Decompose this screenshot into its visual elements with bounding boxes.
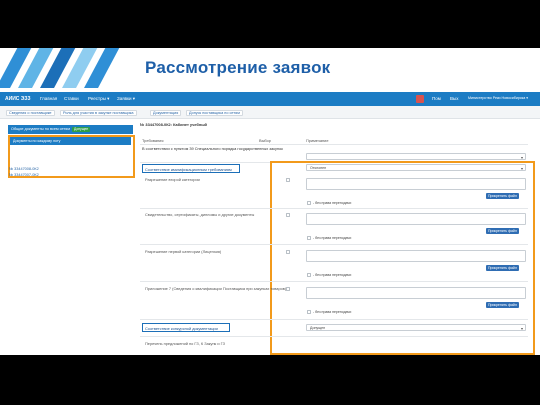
requirement-label: Свидетельство, сертификаты, дипломы и др… [145,212,255,217]
select-value: Допущен [310,326,326,330]
choice-checkbox[interactable] [286,178,290,182]
app-screenshot: АИИС ЭЗЗ Главная Ставки Реестры ▾ Заявки… [0,92,540,355]
choice-checkbox[interactable] [286,250,290,254]
requirement-row-text: В соответствии с пунктом 39 Специального… [142,146,283,151]
no-resubmit-label: - без права переподачи [313,201,352,205]
attach-label: Прикрепить файл [488,229,517,233]
attach-label: Прикрепить файл [488,194,517,198]
slide-title: Рассмотрение заявок [145,58,331,77]
lot-documents-title: Документы по каждому лоту [13,139,61,143]
lot-documents-header: Документы по каждому лоту [10,137,131,145]
divider [140,319,528,320]
attach-file-button[interactable]: Прикрепить файл [486,228,519,234]
qualification-status-select[interactable]: Отклонен ▾ [306,164,526,171]
attach-file-button[interactable]: Прикрепить файл [486,193,519,199]
requirement-label: Перечень предложений по ГЗ, К Закупк и Г… [145,341,225,346]
no-resubmit-label: - без права переподачи [313,236,352,240]
user-menu[interactable]: Министерство Реки Новосибирска ▾ [468,96,528,100]
column-header-choice: Выбор [259,138,271,143]
column-header-requirements: Требования [142,138,164,143]
note-textarea[interactable] [306,250,526,262]
choice-checkbox[interactable] [286,213,290,217]
chevron-down-icon: ▾ [520,326,523,331]
choice-checkbox[interactable] [286,287,290,291]
slide-top-bar [0,0,540,48]
status-select[interactable]: ▾ [306,153,526,160]
breadcrumb-item[interactable]: Допуск поставщика по сетям [186,110,243,116]
nav-help[interactable]: Пом [432,96,441,101]
no-resubmit-checkbox[interactable] [307,201,311,205]
nav-item[interactable]: Ставки [64,96,79,101]
lot-link[interactable]: № 33447008-0К2 [9,167,39,171]
attach-label: Прикрепить файл [488,266,517,270]
no-resubmit-label: - без права переподачи [313,273,352,277]
lot-title: № 33447008-0К2: Кабинет учебный [140,122,207,127]
attach-file-button[interactable]: Прикрепить файл [486,265,519,271]
notification-icon[interactable] [416,95,424,103]
chevron-down-icon: ▾ [520,166,523,171]
column-header-note: Примечание [306,138,329,143]
breadcrumb-item[interactable]: Документация [150,110,182,116]
slide-bottom-bar [0,355,540,405]
nav-item[interactable]: Реестры ▾ [88,96,109,102]
attach-label: Прикрепить файл [488,303,517,307]
no-resubmit-checkbox[interactable] [307,236,311,240]
no-resubmit-checkbox[interactable] [307,273,311,277]
breadcrumb-item[interactable]: Роль для участия в закупке поставщика [60,110,137,116]
requirement-label: Разрешение первой категории (Лицензия) [145,249,222,254]
common-documents-title: Общие документы по всем сетям [11,127,70,131]
attach-file-button[interactable]: Прикрепить файл [486,302,519,308]
note-textarea[interactable] [306,178,526,190]
divider [140,244,528,245]
status-badge: Допущен [72,127,91,132]
note-textarea[interactable] [306,213,526,225]
select-value: Отклонен [310,166,327,170]
nav-item[interactable]: Главная [40,96,57,101]
divider [140,281,528,282]
requirement-label: Приложение 7 (Сведения о квалификации По… [145,286,287,291]
divider [140,208,528,209]
divider [140,144,528,145]
breadcrumb: Сведения о поставщике Роль для участия в… [0,106,540,119]
common-documents-header[interactable]: Общие документы по всем сетям Допущен [8,125,133,134]
breadcrumb-item[interactable]: Сведения о поставщике [6,110,55,116]
app-logo: АИИС ЭЗЗ [5,95,31,102]
requirement-label: Разрешение второй категории [145,177,200,182]
lot-link[interactable]: № 33447007-0К2 [9,173,39,177]
documentation-status-select[interactable]: Допущен ▾ [306,324,526,331]
nav-item[interactable]: Заявки ▾ [117,96,135,102]
no-resubmit-label: - без права переподачи [313,310,352,314]
section-documentation: Соответствие конкурсной документации [145,326,218,331]
section-qualification: Соответствие квалификационным требования… [145,167,232,172]
top-navbar: АИИС ЭЗЗ Главная Ставки Реестры ▾ Заявки… [0,92,540,106]
divider [140,336,528,337]
no-resubmit-checkbox[interactable] [307,310,311,314]
note-textarea[interactable] [306,287,526,299]
nav-exit[interactable]: Вых [450,96,459,101]
chevron-down-icon: ▾ [520,155,523,160]
decorative-stripes [0,48,140,88]
